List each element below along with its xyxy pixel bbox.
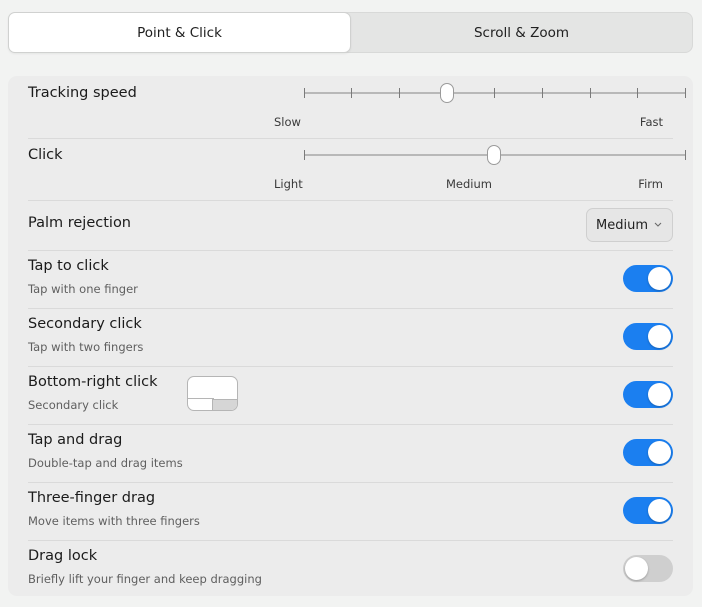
toggle-knob xyxy=(648,267,671,290)
slider-min-label: Slow xyxy=(274,115,301,129)
bottom-right-click-toggle[interactable] xyxy=(623,381,673,408)
tap-to-click-description: Tap with one finger xyxy=(28,282,138,296)
drag-lock-description: Briefly lift your finger and keep draggi… xyxy=(28,572,262,586)
tap-and-drag-row: Tap and drag Double-tap and drag items xyxy=(28,424,673,482)
slider-tick xyxy=(351,88,352,98)
slider-tick xyxy=(399,88,400,98)
secondary-click-description: Tap with two fingers xyxy=(28,340,144,354)
tracking-speed-thumb[interactable] xyxy=(440,83,454,103)
toggle-knob xyxy=(648,325,671,348)
bottom-right-click-row: Bottom-right click Secondary click xyxy=(28,366,673,424)
three-finger-drag-description: Move items with three fingers xyxy=(28,514,200,528)
toggle-knob xyxy=(648,383,671,406)
click-light-label: Light xyxy=(274,177,303,191)
bottom-right-click-description: Secondary click xyxy=(28,398,119,412)
tap-and-drag-label: Tap and drag xyxy=(28,432,123,448)
click-slider[interactable] xyxy=(304,143,686,167)
three-finger-drag-row: Three-finger drag Move items with three … xyxy=(28,482,673,540)
click-row: Click Light Medium Firm xyxy=(28,138,686,200)
click-firm-label: Firm xyxy=(638,177,663,191)
slider-track xyxy=(304,92,686,94)
slider-tick xyxy=(685,88,686,98)
tap-and-drag-description: Double-tap and drag items xyxy=(28,456,183,470)
secondary-click-label: Secondary click xyxy=(28,316,142,332)
settings-card: Tracking speed Slow Fast Click Light Med… xyxy=(8,76,693,596)
tab-scroll-and-zoom[interactable]: Scroll & Zoom xyxy=(351,13,692,52)
chevron-down-icon xyxy=(654,222,662,227)
secondary-click-toggle[interactable] xyxy=(623,323,673,350)
secondary-click-row: Secondary click Tap with two fingers xyxy=(28,308,673,366)
three-finger-drag-label: Three-finger drag xyxy=(28,490,156,506)
palm-rejection-label: Palm rejection xyxy=(28,215,132,231)
tracking-speed-label: Tracking speed xyxy=(28,85,137,101)
tap-to-click-toggle[interactable] xyxy=(623,265,673,292)
bottom-right-click-label: Bottom-right click xyxy=(28,374,158,390)
trackpad-divider xyxy=(188,398,214,399)
tap-and-drag-toggle[interactable] xyxy=(623,439,673,466)
tab-point-and-click[interactable]: Point & Click xyxy=(8,12,351,53)
slider-tick xyxy=(494,88,495,98)
slider-tick xyxy=(590,88,591,98)
tap-to-click-label: Tap to click xyxy=(28,258,109,274)
tab-bar: Point & Click Scroll & Zoom xyxy=(8,12,693,53)
drag-lock-row: Drag lock Briefly lift your finger and k… xyxy=(28,540,673,596)
slider-tick xyxy=(304,150,305,160)
drag-lock-toggle[interactable] xyxy=(623,555,673,582)
toggle-knob xyxy=(648,441,671,464)
palm-rejection-row: Palm rejection Medium xyxy=(28,200,673,250)
trackpad-corner-icon xyxy=(187,376,238,411)
click-label: Click xyxy=(28,147,63,163)
three-finger-drag-toggle[interactable] xyxy=(623,497,673,524)
slider-tick xyxy=(685,150,686,160)
palm-rejection-dropdown[interactable]: Medium xyxy=(586,208,673,242)
slider-tick xyxy=(542,88,543,98)
slider-tick xyxy=(637,88,638,98)
slider-max-label: Fast xyxy=(639,115,663,129)
tracking-speed-row: Tracking speed Slow Fast xyxy=(28,76,686,138)
trackpad-corner-zone xyxy=(212,399,237,410)
slider-tick xyxy=(304,88,305,98)
click-medium-label: Medium xyxy=(446,177,492,191)
click-thumb[interactable] xyxy=(487,145,501,165)
tracking-speed-slider[interactable] xyxy=(304,81,686,105)
tap-to-click-row: Tap to click Tap with one finger xyxy=(28,250,673,308)
palm-rejection-value: Medium xyxy=(596,217,648,233)
toggle-knob xyxy=(625,557,648,580)
drag-lock-label: Drag lock xyxy=(28,548,98,564)
toggle-knob xyxy=(648,499,671,522)
